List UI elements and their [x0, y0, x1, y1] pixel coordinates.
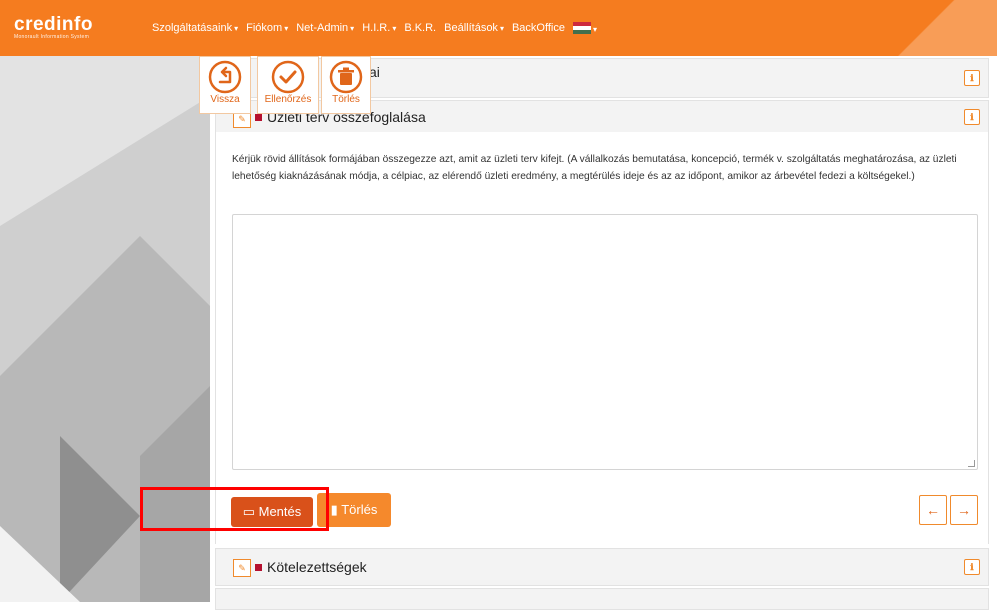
back-button[interactable]: Vissza — [199, 56, 251, 114]
info-icon[interactable]: ℹ — [964, 109, 980, 125]
info-icon[interactable]: ℹ — [964, 559, 980, 575]
section-panel-obligations: ✎ Kötelezettségek ℹ — [215, 548, 989, 586]
brand-subtitle: Monorault Information System — [14, 34, 90, 40]
hungarian-flag-icon — [572, 22, 591, 34]
checkmark-icon — [271, 60, 305, 94]
menu-item-backoffice[interactable]: BackOffice — [512, 22, 565, 35]
section-marker-icon — [255, 114, 262, 121]
check-button[interactable]: Ellenőrzés — [257, 56, 319, 114]
instructions-text: Kérjük rövid állítások formájában összeg… — [232, 154, 957, 182]
chevron-down-icon: ▾ — [284, 24, 289, 33]
chevron-down-icon: ▾ — [350, 24, 355, 33]
language-selector[interactable]: ▾ — [572, 22, 597, 35]
menu-item-bkr[interactable]: B.K.R. — [404, 22, 436, 35]
chevron-down-icon: ▾ — [392, 24, 397, 33]
brand-logo[interactable]: credinfo Monorault Information System — [14, 14, 93, 40]
back-arrow-icon — [208, 60, 242, 94]
section-panel-cutoff — [215, 588, 989, 610]
menu-item-hir[interactable]: H.I.R. ▾ — [362, 22, 396, 35]
next-button[interactable]: → — [950, 495, 978, 525]
menu-item-settings[interactable]: Beállítások ▾ — [444, 22, 504, 35]
pencil-icon[interactable]: ✎ — [233, 559, 251, 577]
previous-button[interactable]: ← — [919, 495, 947, 525]
menu-item-net-admin[interactable]: Net-Admin ▾ — [296, 22, 354, 35]
menu-item-services[interactable]: Szolgáltatásaink ▾ — [152, 22, 238, 35]
check-label: Ellenőrzés — [264, 94, 312, 105]
trash-icon: ▮ — [330, 502, 342, 517]
resize-handle-icon[interactable] — [968, 460, 975, 467]
brand-name: credinfo — [14, 14, 93, 35]
toolbar-delete-button[interactable]: Törlés — [321, 56, 371, 114]
summary-textarea[interactable] — [232, 214, 978, 470]
chevron-down-icon: ▾ — [592, 25, 597, 34]
section-content-summary: Kérjük rövid állítások formájában összeg… — [215, 132, 989, 544]
info-icon[interactable]: ℹ — [964, 70, 980, 86]
toolbar-delete-label: Törlés — [332, 94, 360, 105]
highlight-box — [140, 487, 329, 531]
section-marker-icon — [255, 564, 262, 571]
back-label: Vissza — [210, 94, 240, 105]
section-title-obligations: Kötelezettségek — [255, 559, 367, 575]
trash-icon — [329, 60, 363, 94]
floating-toolbar: Vissza Ellenőrzés Törlés — [199, 56, 371, 114]
chevron-down-icon: ▾ — [234, 24, 239, 33]
navbar-decoration — [887, 0, 997, 56]
chevron-down-icon: ▾ — [499, 24, 504, 33]
top-navbar: credinfo Monorault Information System Sz… — [0, 0, 997, 56]
menu-item-account[interactable]: Fiókom ▾ — [246, 22, 288, 35]
main-menu: Szolgáltatásaink ▾ Fiókom ▾ Net-Admin ▾ H.I… — [152, 22, 597, 35]
